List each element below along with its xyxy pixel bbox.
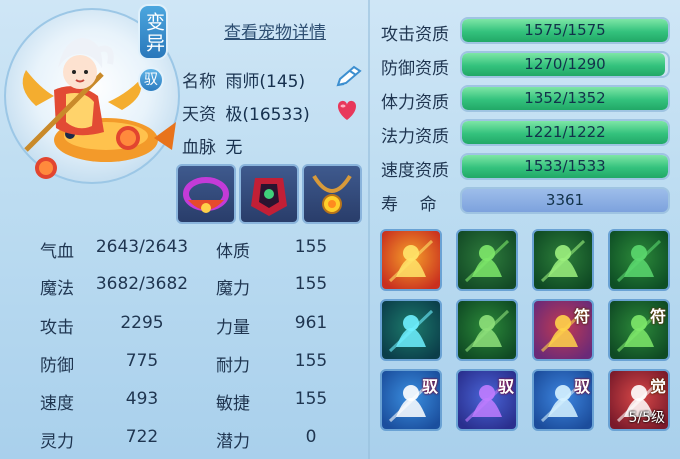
quality-mana-value: 1221/1222 (524, 123, 606, 141)
skill-slot[interactable]: 符 (608, 299, 670, 361)
skill-slot[interactable]: 驭 (456, 369, 518, 431)
quality-attack-label: 攻击资质 (381, 25, 449, 45)
attr-magic-value: 155 (294, 274, 328, 294)
life-label: 寿 命 (381, 195, 437, 215)
stat-mp-value: 3682/3682 (95, 274, 189, 294)
stat-attack-value: 2295 (120, 313, 164, 333)
quality-defense-value: 1270/1290 (524, 55, 606, 73)
skill-tag: 驭 (497, 377, 514, 396)
talent-label: 天资 (182, 105, 216, 125)
talent-value: 极(16533) (225, 105, 310, 125)
skill-slot[interactable]: 驭 (380, 369, 442, 431)
attr-potential-value: 0 (305, 427, 317, 447)
quality-stamina-bar: 1352/1352 (460, 85, 670, 112)
green-shadow-strike-icon (464, 239, 510, 283)
blue-flame-icon (388, 309, 434, 353)
quality-attack-bar: 1575/1575 (460, 17, 670, 44)
stat-mp-label: 魔法 (40, 279, 74, 299)
tame-badge: 驭 (138, 67, 164, 93)
skill-slot[interactable]: 符 (532, 299, 594, 361)
amulet-equip-icon (312, 174, 352, 214)
pet-details-panel: 变异 驭 查看宠物详情 名称 雨师(145) 天资 极(16533) 血脉 无 (0, 0, 680, 459)
name-label: 名称 (182, 72, 216, 92)
panel-divider (368, 0, 370, 459)
skill-slot[interactable]: 驭 (532, 369, 594, 431)
heart-icon[interactable] (334, 98, 360, 122)
bloodline-label: 血脉 (182, 138, 216, 158)
talent-row: 天资 极(16533) (182, 100, 310, 125)
skill-slot[interactable] (532, 229, 594, 291)
skill-tag: 驭 (421, 377, 438, 396)
skill-slot[interactable]: 觉 5/5级 (608, 369, 670, 431)
skill-slot[interactable] (380, 299, 442, 361)
skill-tag: 觉 (649, 377, 666, 396)
green-giant-icon (464, 309, 510, 353)
quality-stamina-label: 体力资质 (381, 93, 449, 113)
sword-skill-icon (388, 239, 434, 283)
life-bar: 3361 (460, 187, 670, 214)
view-pet-details-link[interactable]: 查看宠物详情 (224, 18, 326, 43)
attr-endurance-value: 155 (294, 351, 328, 371)
equip-collar-slot[interactable] (176, 164, 236, 224)
bloodline-value: 无 (225, 138, 243, 158)
stat-spirit-value: 722 (125, 427, 159, 447)
name-value: 雨师(145) (225, 72, 306, 92)
attr-constitution-label: 体质 (216, 242, 250, 262)
attr-strength-value: 961 (294, 313, 328, 333)
attr-agility-label: 敏捷 (216, 394, 250, 414)
quality-mana-label: 法力资质 (381, 127, 449, 147)
armor-equip-icon (251, 178, 287, 216)
quality-stamina-value: 1352/1352 (524, 89, 606, 107)
equip-armor-slot[interactable] (239, 164, 299, 224)
stat-defense-label: 防御 (40, 356, 74, 376)
quality-speed-value: 1533/1533 (524, 157, 606, 175)
mutant-badge: 变异 (138, 4, 168, 60)
attr-agility-value: 155 (294, 389, 328, 409)
skill-slot[interactable] (608, 229, 670, 291)
bloodline-row: 血脉 无 (182, 133, 242, 158)
stat-hp-value: 2643/2643 (95, 237, 189, 257)
quality-mana-bar: 1221/1222 (460, 119, 670, 146)
attr-constitution-value: 155 (294, 237, 328, 257)
collar-equip-icon (183, 177, 229, 213)
attr-strength-label: 力量 (216, 318, 250, 338)
stat-attack-label: 攻击 (40, 318, 74, 338)
quality-attack-value: 1575/1575 (524, 21, 606, 39)
equip-amulet-slot[interactable] (302, 164, 362, 224)
stat-hp-label: 气血 (40, 242, 74, 262)
skill-slot[interactable] (380, 229, 442, 291)
attr-endurance-label: 耐力 (216, 356, 250, 376)
skill-level: 5/5级 (628, 410, 665, 426)
quality-speed-label: 速度资质 (381, 161, 449, 181)
stat-defense-value: 775 (125, 351, 159, 371)
life-value: 3361 (545, 191, 585, 209)
quality-defense-label: 防御资质 (381, 59, 449, 79)
skill-tag: 符 (649, 307, 666, 326)
attr-potential-label: 潜力 (216, 432, 250, 452)
stat-spirit-label: 灵力 (40, 432, 74, 452)
attr-magic-label: 魔力 (216, 279, 250, 299)
stat-speed-label: 速度 (40, 394, 74, 414)
quality-speed-bar: 1533/1533 (460, 153, 670, 180)
skill-tag: 符 (573, 307, 590, 326)
skill-slot[interactable] (456, 299, 518, 361)
stat-speed-value: 493 (125, 389, 159, 409)
name-row: 名称 雨师(145) (182, 67, 305, 92)
skill-slot[interactable] (456, 229, 518, 291)
skill-tag: 驭 (573, 377, 590, 396)
rename-pen-icon[interactable] (334, 63, 364, 89)
green-warrior-slash-icon (540, 239, 586, 283)
green-beast-icon (616, 239, 662, 283)
quality-defense-bar: 1270/1290 (460, 51, 670, 78)
